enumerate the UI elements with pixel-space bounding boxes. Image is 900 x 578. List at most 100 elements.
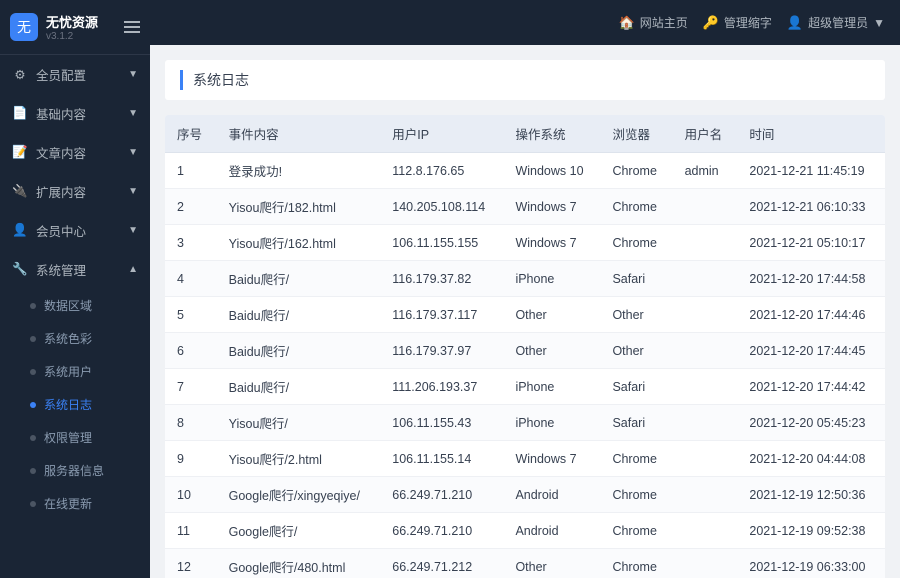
cell-user bbox=[673, 549, 738, 578]
cell-user bbox=[673, 369, 738, 405]
kuozhan-icon: 🔌 bbox=[12, 184, 28, 200]
manage-icon: 🔑 bbox=[703, 15, 719, 31]
chevron-icon: ▼ bbox=[128, 147, 138, 158]
cell-ip: 140.205.108.114 bbox=[380, 189, 503, 225]
cell-os: iPhone bbox=[503, 405, 600, 441]
cell-browser: Other bbox=[600, 297, 672, 333]
sidebar-item-gengxin[interactable]: 在线更新 bbox=[0, 487, 150, 520]
cell-os: Other bbox=[503, 333, 600, 369]
cell-browser: Chrome bbox=[600, 549, 672, 578]
cell-ip: 112.8.176.65 bbox=[380, 153, 503, 189]
manage-btn[interactable]: 🔑 管理缩字 bbox=[703, 14, 772, 31]
quanpin-icon: ⚙ bbox=[12, 67, 28, 83]
cell-user bbox=[673, 405, 738, 441]
dot-icon bbox=[30, 336, 36, 342]
cell-event: Yisou爬行/182.html bbox=[217, 189, 381, 225]
admin-btn[interactable]: 👤 超级管理员 ▼ bbox=[787, 14, 885, 31]
cell-event: Google爬行/ bbox=[217, 513, 381, 549]
cell-ip: 106.11.155.155 bbox=[380, 225, 503, 261]
table-row: 10Google爬行/xingyeqiye/66.249.71.210Andro… bbox=[165, 477, 885, 513]
cell-user bbox=[673, 189, 738, 225]
cell-os: Android bbox=[503, 513, 600, 549]
chevron-down-icon: ▼ bbox=[873, 16, 885, 30]
cell-time: 2021-12-21 05:10:17 bbox=[737, 225, 885, 261]
cell-browser: Safari bbox=[600, 261, 672, 297]
sidebar-item-fuwuqi[interactable]: 服务器信息 bbox=[0, 454, 150, 487]
cell-time: 2021-12-19 09:52:38 bbox=[737, 513, 885, 549]
page-title: 系统日志 bbox=[180, 70, 870, 90]
table-row: 6Baidu爬行/116.179.37.97OtherOther2021-12-… bbox=[165, 333, 885, 369]
table-row: 3Yisou爬行/162.html106.11.155.155Windows 7… bbox=[165, 225, 885, 261]
sidebar-item-huiyuan[interactable]: 👤 会员中心 ▼ bbox=[0, 211, 150, 250]
cell-ip: 111.206.193.37 bbox=[380, 369, 503, 405]
cell-browser: Chrome bbox=[600, 513, 672, 549]
sub-menu-label: 权限管理 bbox=[44, 429, 92, 446]
col-ip: 用户IP bbox=[380, 115, 503, 153]
logo-icon: 无 bbox=[10, 13, 38, 41]
wenzhang-icon: 📝 bbox=[12, 145, 28, 161]
cell-id: 4 bbox=[165, 261, 217, 297]
hamburger-icon[interactable] bbox=[124, 18, 140, 36]
sub-menu-label: 系统日志 bbox=[44, 396, 92, 413]
cell-browser: Chrome bbox=[600, 477, 672, 513]
log-table: 序号 事件内容 用户IP 操作系统 浏览器 用户名 时间 1登录成功!112.8… bbox=[165, 115, 885, 578]
sub-menu-label: 系统色彩 bbox=[44, 330, 92, 347]
chevron-icon: ▼ bbox=[128, 69, 138, 80]
table-row: 9Yisou爬行/2.html106.11.155.14Windows 7Chr… bbox=[165, 441, 885, 477]
cell-browser: Safari bbox=[600, 405, 672, 441]
sidebar-item-label: 全员配置 bbox=[36, 65, 86, 84]
sidebar-item-xitonguser[interactable]: 系统用户 bbox=[0, 355, 150, 388]
website-home-btn[interactable]: 🏠 网站主页 bbox=[619, 14, 688, 31]
sidebar-item-xitongse[interactable]: 系统色彩 bbox=[0, 322, 150, 355]
cell-time: 2021-12-20 17:44:58 bbox=[737, 261, 885, 297]
sidebar-menu: ⚙ 全员配置 ▼ 📄 基础内容 ▼ 📝 文章内容 ▼ 🔌 扩展内容 ▼ 👤 会员… bbox=[0, 55, 150, 578]
sidebar-item-wenzhang[interactable]: 📝 文章内容 ▼ bbox=[0, 133, 150, 172]
sidebar-item-quanxian[interactable]: 权限管理 bbox=[0, 421, 150, 454]
col-os: 操作系统 bbox=[503, 115, 600, 153]
log-table-wrapper: 序号 事件内容 用户IP 操作系统 浏览器 用户名 时间 1登录成功!112.8… bbox=[165, 115, 885, 578]
sidebar-item-shuju[interactable]: 数据区域 bbox=[0, 289, 150, 322]
cell-event: Yisou爬行/ bbox=[217, 405, 381, 441]
sidebar: 无 无忧资源 v3.1.2 ⚙ 全员配置 ▼ 📄 基础内容 ▼ 📝 文章内容 ▼… bbox=[0, 0, 150, 578]
dot-icon bbox=[30, 501, 36, 507]
cell-browser: Safari bbox=[600, 369, 672, 405]
sidebar-item-jichu[interactable]: 📄 基础内容 ▼ bbox=[0, 94, 150, 133]
cell-time: 2021-12-20 05:45:23 bbox=[737, 405, 885, 441]
cell-browser: Chrome bbox=[600, 153, 672, 189]
cell-browser: Chrome bbox=[600, 225, 672, 261]
sidebar-logo: 无 无忧资源 v3.1.2 bbox=[0, 0, 150, 55]
dot-icon bbox=[30, 468, 36, 474]
cell-event: Yisou爬行/2.html bbox=[217, 441, 381, 477]
cell-user bbox=[673, 477, 738, 513]
sidebar-item-kuozhan[interactable]: 🔌 扩展内容 ▼ bbox=[0, 172, 150, 211]
cell-id: 8 bbox=[165, 405, 217, 441]
logo-text: 无忧资源 bbox=[46, 12, 98, 31]
dot-icon bbox=[30, 402, 36, 408]
cell-event: 登录成功! bbox=[217, 153, 381, 189]
cell-user bbox=[673, 297, 738, 333]
cell-user: admin bbox=[673, 153, 738, 189]
cell-os: Windows 7 bbox=[503, 441, 600, 477]
sidebar-item-label: 会员中心 bbox=[36, 221, 86, 240]
cell-id: 3 bbox=[165, 225, 217, 261]
cell-event: Baidu爬行/ bbox=[217, 369, 381, 405]
cell-user bbox=[673, 225, 738, 261]
cell-id: 10 bbox=[165, 477, 217, 513]
sidebar-item-xitong[interactable]: 🔧 系统管理 ▲ bbox=[0, 250, 150, 289]
content-area: 系统日志 序号 事件内容 用户IP 操作系统 浏览器 用户名 时间 1登录成功!… bbox=[150, 45, 900, 578]
admin-icon: 👤 bbox=[787, 15, 803, 31]
sidebar-item-label: 基础内容 bbox=[36, 104, 86, 123]
cell-time: 2021-12-19 06:33:00 bbox=[737, 549, 885, 578]
cell-ip: 116.179.37.82 bbox=[380, 261, 503, 297]
col-user: 用户名 bbox=[673, 115, 738, 153]
sidebar-item-quanpin[interactable]: ⚙ 全员配置 ▼ bbox=[0, 55, 150, 94]
table-row: 7Baidu爬行/111.206.193.37iPhoneSafari2021-… bbox=[165, 369, 885, 405]
sidebar-item-xitonglog[interactable]: 系统日志 bbox=[0, 388, 150, 421]
chevron-icon: ▼ bbox=[128, 186, 138, 197]
cell-time: 2021-12-20 17:44:46 bbox=[737, 297, 885, 333]
huiyuan-icon: 👤 bbox=[12, 223, 28, 239]
cell-os: Android bbox=[503, 477, 600, 513]
logo-version: v3.1.2 bbox=[46, 31, 98, 42]
manage-label: 管理缩字 bbox=[724, 14, 772, 31]
cell-os: iPhone bbox=[503, 369, 600, 405]
